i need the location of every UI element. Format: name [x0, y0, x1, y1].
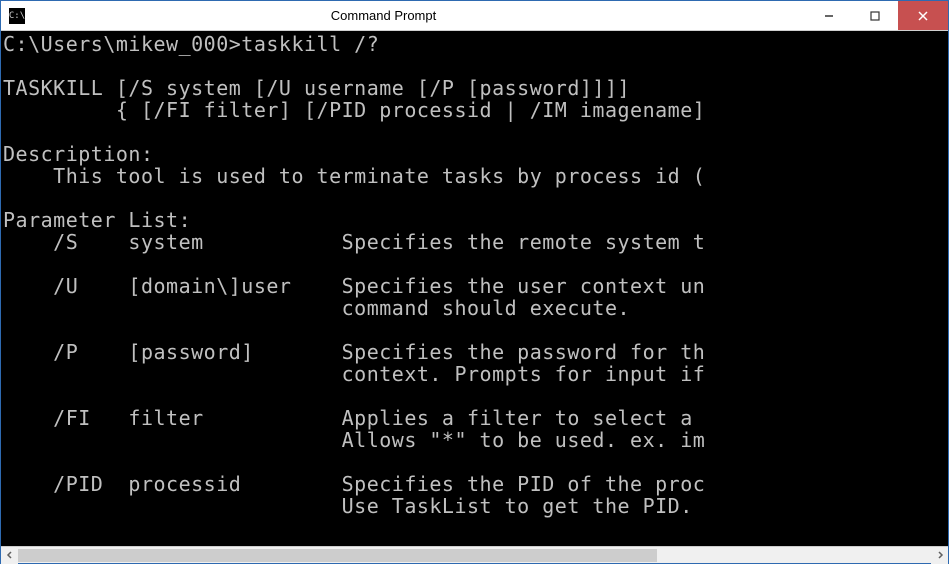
maximize-icon	[870, 11, 880, 21]
chevron-left-icon	[6, 551, 14, 559]
titlebar[interactable]: C:\ Command Prompt	[1, 1, 948, 31]
horizontal-scrollbar[interactable]	[1, 546, 948, 563]
output-line: Description:	[3, 142, 154, 166]
scroll-right-button[interactable]	[931, 547, 948, 564]
output-line: TASKKILL [/S system [/U username [/P [pa…	[3, 76, 630, 100]
window-title: Command Prompt	[0, 8, 806, 23]
output-line: /FI filter Applies a filter to select a	[3, 406, 705, 430]
chevron-right-icon	[936, 551, 944, 559]
output-line: /PID processid Specifies the PID of the …	[3, 472, 705, 496]
output-line: /S system Specifies the remote system t	[3, 230, 705, 254]
terminal-output[interactable]: C:\Users\mikew_000>taskkill /? TASKKILL …	[1, 31, 948, 546]
window-frame: C:\ Command Prompt C:\Users\mikew_000>ta…	[0, 0, 949, 564]
minimize-icon	[824, 11, 834, 21]
output-line: { [/FI filter] [/PID processid | /IM ima…	[3, 98, 705, 122]
output-line: Use TaskList to get the PID.	[3, 494, 693, 518]
output-line: Allows "*" to be used. ex. im	[3, 428, 705, 452]
scrollbar-track[interactable]	[18, 547, 931, 563]
output-line: /P [password] Specifies the password for…	[3, 340, 705, 364]
output-line: context. Prompts for input if	[3, 362, 705, 386]
output-line: /U [domain\]user Specifies the user cont…	[3, 274, 705, 298]
scrollbar-thumb[interactable]	[18, 549, 657, 562]
titlebar-buttons	[806, 1, 948, 30]
output-line: command should execute.	[3, 296, 630, 320]
close-icon	[918, 11, 928, 21]
scroll-left-button[interactable]	[1, 547, 18, 564]
command-text: taskkill /?	[241, 32, 379, 56]
prompt-text: C:\Users\mikew_000>	[3, 32, 241, 56]
minimize-button[interactable]	[806, 1, 852, 30]
output-line: Parameter List:	[3, 208, 191, 232]
close-button[interactable]	[898, 1, 948, 30]
output-line: This tool is used to terminate tasks by …	[3, 164, 705, 188]
maximize-button[interactable]	[852, 1, 898, 30]
